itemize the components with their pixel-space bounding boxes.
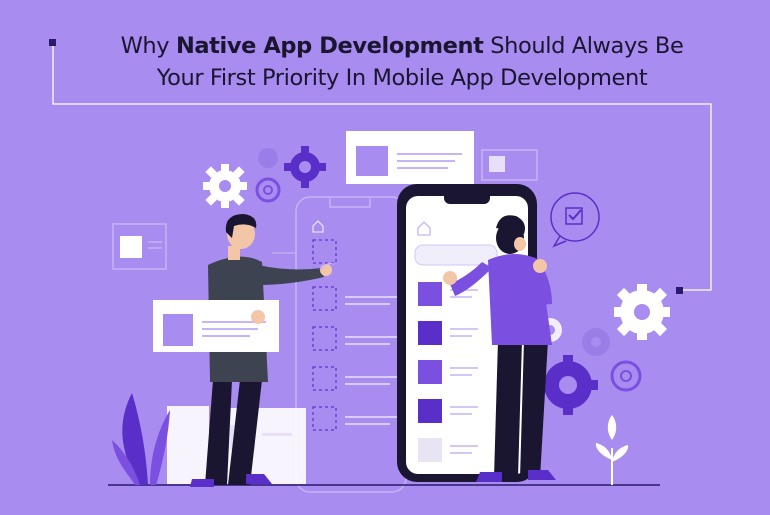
wireframe-phone	[295, 196, 407, 493]
floating-card-small	[481, 149, 538, 181]
list-item	[418, 360, 442, 384]
gear-icon	[203, 164, 247, 208]
gear-icon	[538, 355, 598, 415]
hero-banner: Why Native App Development Should Always…	[0, 0, 770, 515]
connector-line	[272, 252, 297, 268]
floating-card	[112, 223, 167, 270]
gear-icon	[582, 328, 610, 356]
plant-icon	[595, 415, 629, 485]
home-icon	[312, 220, 324, 233]
illustration	[49, 39, 712, 493]
gear-icon	[255, 177, 281, 203]
floating-card	[346, 131, 474, 184]
gear-icon	[258, 148, 278, 168]
gear-icon	[610, 360, 642, 392]
checklist-icon	[550, 192, 600, 248]
search-input	[414, 244, 498, 266]
list-item	[418, 399, 442, 423]
plant-icon	[112, 393, 170, 485]
frame-marker	[676, 287, 683, 294]
floating-card	[153, 300, 279, 352]
list-item	[418, 321, 442, 345]
gear-icon	[284, 146, 326, 188]
gear-icon	[614, 284, 670, 340]
frame-marker	[49, 39, 56, 46]
list-item	[418, 438, 442, 462]
list-item	[418, 282, 442, 306]
